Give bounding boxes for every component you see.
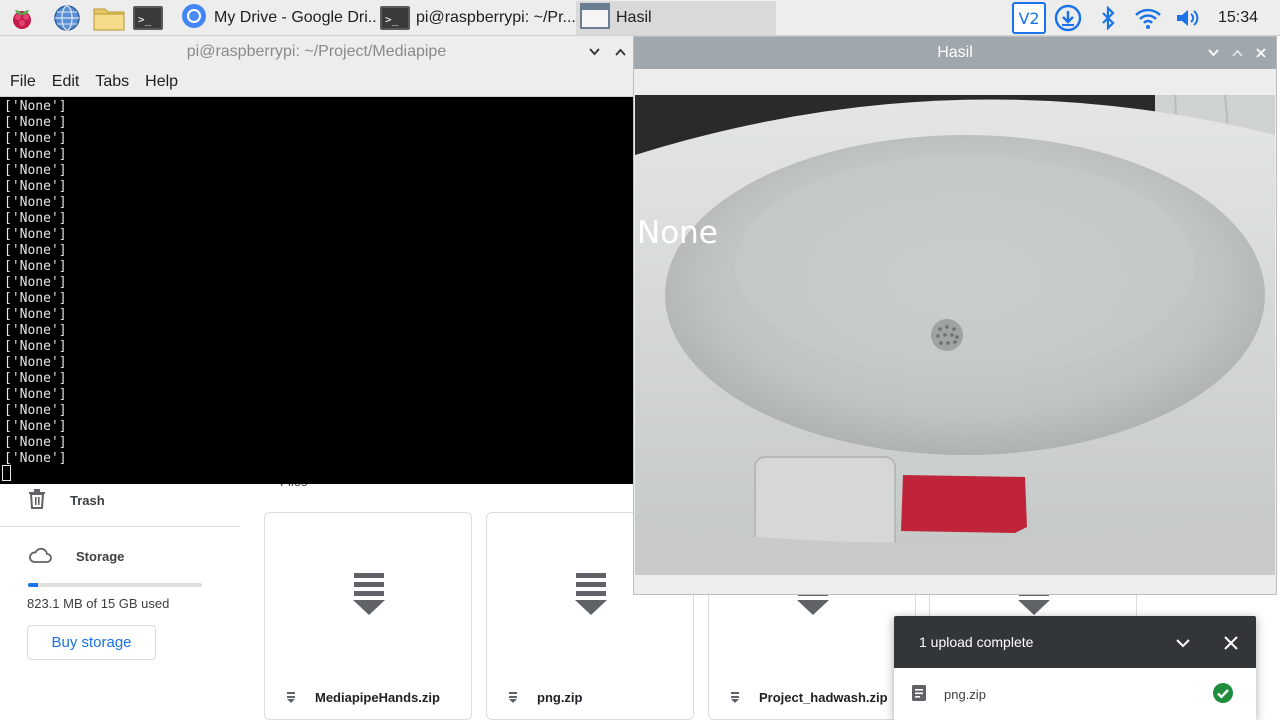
sidebar-item-label: Trash: [70, 493, 105, 508]
upload-toast-header: 1 upload complete: [894, 616, 1256, 668]
clock[interactable]: 15:34: [1218, 0, 1258, 36]
menu-edit[interactable]: Edit: [52, 73, 80, 91]
check-circle-icon: [1212, 682, 1234, 707]
hasil-window: Hasil None: [633, 36, 1277, 595]
archive-file-icon: [575, 573, 607, 620]
upload-toast: 1 upload complete png.zip: [894, 616, 1256, 720]
terminal-output[interactable]: ['None'] ['None'] ['None'] ['None'] ['None']…: [0, 97, 633, 484]
terminal-title-bar[interactable]: pi@raspberrypi: ~/Project/Mediapipe: [0, 36, 633, 68]
file-manager-icon[interactable]: [92, 4, 126, 32]
terminal-line: ['None']: [4, 403, 67, 418]
terminal-line: ['None']: [4, 99, 67, 114]
task-label: My Drive - Google Dri...: [214, 9, 376, 26]
sink-photo: [635, 95, 1275, 575]
menu-file[interactable]: File: [10, 73, 36, 91]
terminal-cursor: [2, 465, 11, 481]
terminal-line: ['None']: [4, 179, 67, 194]
upload-file-name: png.zip: [944, 686, 986, 702]
hasil-toolbar: [634, 69, 1276, 95]
bluetooth-icon[interactable]: [1094, 4, 1122, 32]
file-name: MediapipeHands.zip: [315, 689, 440, 705]
vnc-icon[interactable]: V2: [1012, 2, 1046, 34]
terminal-line: ['None']: [4, 435, 67, 450]
camera-feed: None: [635, 95, 1275, 575]
terminal-line: ['None']: [4, 419, 67, 434]
raspberry-menu-icon[interactable]: [8, 4, 36, 32]
hasil-title-bar[interactable]: Hasil: [634, 37, 1276, 69]
close-icon[interactable]: [1254, 43, 1268, 63]
minimize-icon[interactable]: [1206, 43, 1220, 63]
maximize-icon[interactable]: [613, 42, 627, 62]
file-card-footer: png.zip: [487, 675, 693, 719]
upload-item[interactable]: png.zip: [894, 668, 1256, 720]
terminal-line: ['None']: [4, 211, 67, 226]
task-chromium[interactable]: My Drive - Google Dri...: [176, 1, 376, 35]
cloud-icon: [28, 547, 52, 566]
sidebar-divider: [0, 526, 240, 527]
minimize-icon[interactable]: [587, 42, 601, 62]
zip-file-icon: [287, 691, 297, 703]
terminal-line: ['None']: [4, 339, 67, 354]
terminal-line: ['None']: [4, 451, 67, 466]
buy-storage-button[interactable]: Buy storage: [27, 625, 156, 660]
menu-tabs[interactable]: Tabs: [95, 73, 129, 91]
window-title: pi@raspberrypi: ~/Project/Mediapipe: [186, 43, 447, 60]
chevron-down-icon[interactable]: [1172, 632, 1194, 654]
terminal-line: ['None']: [4, 307, 67, 322]
close-icon[interactable]: [1220, 632, 1242, 654]
download-icon[interactable]: [1054, 4, 1082, 32]
terminal-line: ['None']: [4, 275, 67, 290]
maximize-icon[interactable]: [1230, 43, 1244, 63]
terminal-menu-bar: File Edit Tabs Help: [0, 68, 633, 97]
storage-progress-fill: [28, 583, 38, 587]
terminal-line: ['None']: [4, 243, 67, 258]
terminal-icon: >_: [380, 6, 410, 30]
menu-help[interactable]: Help: [145, 73, 178, 91]
zip-file-icon: [731, 691, 741, 703]
window-controls: [587, 42, 627, 62]
window-title: Hasil: [937, 44, 973, 61]
zip-file-icon: [509, 691, 519, 703]
trash-icon: [28, 489, 46, 512]
web-browser-icon[interactable]: [53, 4, 81, 32]
file-name: Project_hadwash.zip: [759, 689, 888, 705]
task-label: Hasil: [616, 9, 652, 26]
upload-status-text: 1 upload complete: [919, 634, 1034, 650]
taskbar: >_ My Drive - Google Dri... >_ pi@raspbe…: [0, 0, 1280, 36]
window-controls: [1206, 43, 1268, 63]
sidebar-item-label: Storage: [76, 549, 125, 564]
sidebar-item-storage[interactable]: Storage: [28, 547, 124, 566]
terminal-icon[interactable]: >_: [132, 4, 164, 32]
terminal-line: ['None']: [4, 163, 67, 178]
prediction-label: None: [637, 215, 718, 251]
sidebar-item-trash[interactable]: Trash: [28, 489, 105, 512]
terminal-line: ['None']: [4, 131, 67, 146]
task-terminal[interactable]: >_ pi@raspberrypi: ~/Pr...: [376, 1, 576, 35]
terminal-line: ['None']: [4, 227, 67, 242]
storage-usage-text: 823.1 MB of 15 GB used: [27, 596, 170, 611]
storage-progress-bar: [28, 583, 202, 587]
terminal-line: ['None']: [4, 323, 67, 338]
terminal-line: ['None']: [4, 259, 67, 274]
terminal-line: ['None']: [4, 195, 67, 210]
terminal-line: ['None']: [4, 115, 67, 130]
file-card-footer: MediapipeHands.zip: [265, 675, 471, 719]
task-label: pi@raspberrypi: ~/Pr...: [416, 9, 576, 26]
chromium-icon: [180, 2, 208, 35]
terminal-window: pi@raspberrypi: ~/Project/Mediapipe File…: [0, 36, 633, 484]
volume-icon[interactable]: [1174, 4, 1202, 32]
archive-file-icon: [353, 573, 385, 620]
wifi-icon[interactable]: [1134, 4, 1162, 32]
file-card-footer: Project_hadwash.zip: [709, 675, 915, 719]
terminal-line: ['None']: [4, 371, 67, 386]
task-hasil[interactable]: Hasil: [576, 1, 776, 35]
file-name: png.zip: [537, 689, 583, 705]
terminal-line: ['None']: [4, 147, 67, 162]
terminal-line: ['None']: [4, 291, 67, 306]
terminal-line: ['None']: [4, 355, 67, 370]
document-icon: [912, 684, 926, 704]
terminal-line: ['None']: [4, 387, 67, 402]
window-icon: [580, 2, 610, 34]
file-card[interactable]: MediapipeHands.zip: [264, 512, 472, 720]
